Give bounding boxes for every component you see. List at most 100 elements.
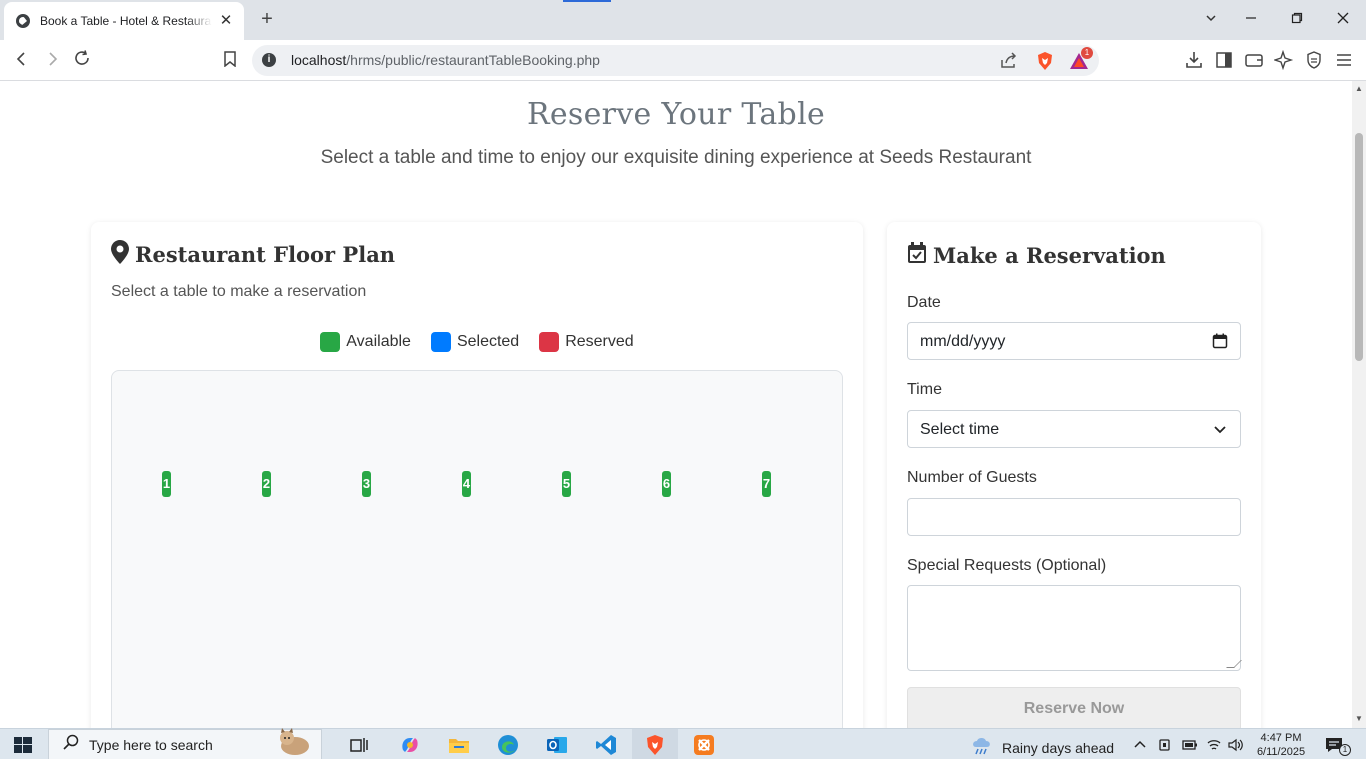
legend-item-available: Available xyxy=(320,332,411,352)
calendar-check-icon xyxy=(907,242,927,269)
page-scrollbar[interactable]: ▲ ▼ xyxy=(1352,81,1366,728)
browser-toolbar: i localhost/hrms/public/restaurantTableB… xyxy=(0,40,1366,81)
share-icon[interactable] xyxy=(999,51,1019,71)
close-window-button[interactable] xyxy=(1331,8,1355,32)
weather-widget[interactable]: Rainy days ahead xyxy=(970,735,1114,759)
browser-tab[interactable]: Book a Table - Hotel & Restaurant ✕ xyxy=(4,2,244,40)
date-placeholder: mm/dd/yyyy xyxy=(920,333,1006,350)
weather-text: Rainy days ahead xyxy=(1002,739,1115,756)
bookmark-icon[interactable] xyxy=(217,48,243,74)
reserved-swatch xyxy=(539,332,560,352)
table-1[interactable]: 1 xyxy=(162,471,171,497)
system-clock[interactable]: 4:47 PM 6/11/2025 xyxy=(1248,731,1314,759)
windows-taskbar: Type here to search Rainy days ahead 4:4… xyxy=(0,728,1366,759)
table-5[interactable]: 5 xyxy=(562,471,571,497)
reload-button[interactable] xyxy=(69,48,95,74)
meet-now-icon[interactable] xyxy=(1158,738,1172,752)
resize-handle-icon[interactable] xyxy=(1226,660,1242,668)
date-label: Date xyxy=(907,294,941,311)
xampp-icon[interactable] xyxy=(693,734,715,756)
reserve-now-button[interactable]: Reserve Now xyxy=(907,687,1241,728)
tab-strip: Book a Table - Hotel & Restaurant ✕ + xyxy=(0,0,1366,40)
legend-label: Selected xyxy=(456,333,520,350)
wallet-icon[interactable] xyxy=(1244,50,1264,70)
legend-label: Reserved xyxy=(565,333,634,350)
legend-item-reserved: Reserved xyxy=(539,332,634,352)
new-tab-button[interactable]: + xyxy=(256,8,278,30)
file-explorer-icon[interactable] xyxy=(448,734,470,756)
address-bar[interactable]: i localhost/hrms/public/restaurantTableB… xyxy=(252,45,1099,76)
floor-plan-subheading: Select a table to make a reservation xyxy=(111,283,367,300)
forward-button[interactable] xyxy=(39,48,65,74)
copilot-icon[interactable] xyxy=(399,734,421,756)
page-subtitle: Select a table and time to enjoy our exq… xyxy=(320,147,1032,168)
map-pin-icon xyxy=(111,240,129,269)
chevron-down-icon xyxy=(1212,421,1228,437)
windows-start-icon[interactable] xyxy=(14,737,32,753)
time-select-value: Select time xyxy=(920,421,1000,438)
guests-label: Number of Guests xyxy=(907,469,1037,486)
page-content: Reserve Your Table Select a table and ti… xyxy=(0,81,1352,728)
clock-date: 6/11/2025 xyxy=(1256,746,1306,758)
scroll-up-icon[interactable]: ▲ xyxy=(1355,85,1363,93)
vscode-icon[interactable] xyxy=(595,734,617,756)
globe-icon xyxy=(16,14,30,28)
table-4[interactable]: 4 xyxy=(462,471,471,497)
calendar-icon[interactable] xyxy=(1212,333,1228,349)
floor-plan-header: Restaurant Floor Plan xyxy=(111,240,395,269)
floor-plan-area: 1 2 3 4 5 6 7 xyxy=(111,370,843,728)
download-icon[interactable] xyxy=(1184,50,1204,70)
edge-icon[interactable] xyxy=(497,734,519,756)
volume-icon[interactable] xyxy=(1228,738,1243,752)
time-select[interactable]: Select time xyxy=(907,410,1241,448)
available-swatch xyxy=(320,332,341,352)
reservation-card: Make a Reservation Date mm/dd/yyyy Time … xyxy=(887,222,1261,728)
search-placeholder: Type here to search xyxy=(89,736,213,753)
battery-icon[interactable] xyxy=(1182,738,1197,752)
task-view-icon[interactable] xyxy=(348,734,370,756)
table-2[interactable]: 2 xyxy=(262,471,271,497)
reservation-heading: Make a Reservation xyxy=(933,243,1166,268)
url-path: /hrms/public/restaurantTableBooking.php xyxy=(346,52,600,68)
taskbar-search[interactable]: Type here to search xyxy=(48,728,322,759)
brave-browser-icon[interactable] xyxy=(644,734,666,756)
time-label: Time xyxy=(907,381,942,398)
restore-button[interactable] xyxy=(1285,8,1309,32)
floor-plan-heading: Restaurant Floor Plan xyxy=(135,242,396,267)
back-button[interactable] xyxy=(9,48,35,74)
table-6[interactable]: 6 xyxy=(662,471,671,497)
leo-ai-icon[interactable] xyxy=(1272,49,1294,71)
scroll-down-icon[interactable]: ▼ xyxy=(1355,715,1363,723)
wifi-icon[interactable] xyxy=(1207,738,1221,752)
legend-label: Available xyxy=(346,333,411,350)
selected-swatch xyxy=(430,332,451,352)
site-info-icon[interactable]: i xyxy=(262,53,276,67)
show-hidden-icons-chevron-icon[interactable] xyxy=(1133,738,1147,752)
date-input[interactable]: mm/dd/yyyy xyxy=(907,322,1241,360)
menu-icon[interactable] xyxy=(1334,50,1354,70)
sidebar-icon[interactable] xyxy=(1214,50,1234,70)
floor-plan-card: Restaurant Floor Plan Select a table to … xyxy=(91,222,863,728)
rain-cloud-icon xyxy=(970,735,994,759)
notification-count: 1 xyxy=(1339,744,1351,756)
table-7[interactable]: 7 xyxy=(762,471,771,497)
minimize-button[interactable] xyxy=(1239,8,1263,32)
guests-input[interactable] xyxy=(907,498,1241,536)
brave-shields-icon[interactable] xyxy=(1035,51,1055,71)
reservation-header: Make a Reservation xyxy=(907,242,1166,269)
tab-search-chevron-icon[interactable] xyxy=(1199,8,1223,32)
special-requests-textarea[interactable] xyxy=(907,585,1242,671)
requests-label: Special Requests (Optional) xyxy=(907,557,1107,574)
scrollbar-thumb[interactable] xyxy=(1355,133,1363,361)
url-host: localhost xyxy=(291,52,347,68)
rewards-badge: 1 xyxy=(1081,47,1093,59)
close-tab-icon[interactable]: ✕ xyxy=(218,13,234,29)
vpn-shield-icon[interactable] xyxy=(1304,50,1324,70)
page-title: Reserve Your Table xyxy=(526,97,826,132)
search-highlight-lynx-icon xyxy=(273,728,317,759)
table-status-legend: Available Selected Reserved xyxy=(91,332,863,352)
table-3[interactable]: 3 xyxy=(362,471,371,497)
clock-time: 4:47 PM xyxy=(1260,732,1302,744)
legend-item-selected: Selected xyxy=(430,332,520,352)
outlook-icon[interactable] xyxy=(546,734,568,756)
